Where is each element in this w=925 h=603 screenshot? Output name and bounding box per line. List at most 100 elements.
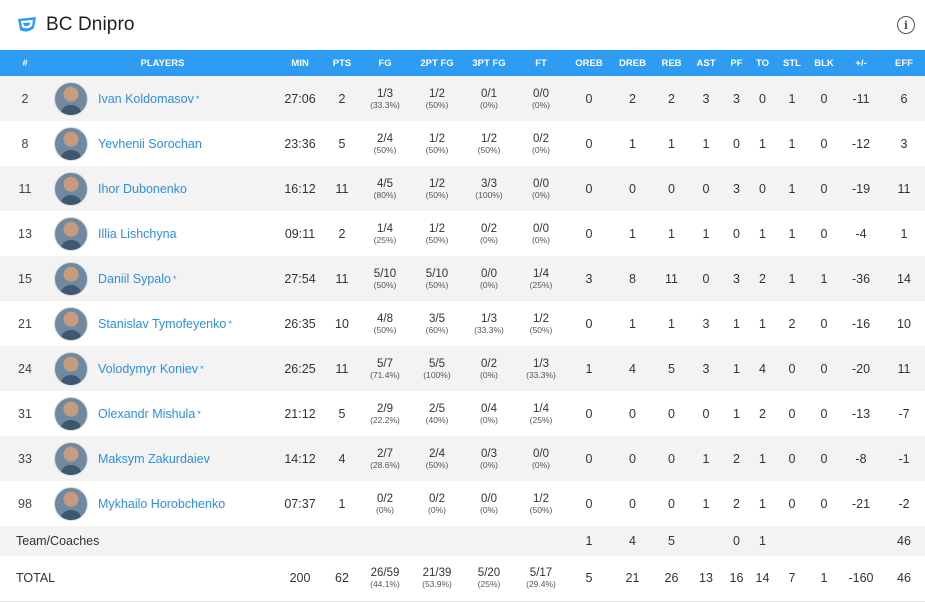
stat-made-attempted: 1/2 xyxy=(533,492,549,505)
stat-to: 2 xyxy=(759,271,766,286)
column-header[interactable]: # xyxy=(0,50,50,76)
player-name-link[interactable]: Olexandr Mishula xyxy=(98,407,195,421)
stat-made-attempted: 0/3 xyxy=(481,447,497,460)
player-avatar[interactable] xyxy=(54,486,88,521)
stat-pf: 1 xyxy=(733,406,740,421)
stat-cell-fg2: 1/2 (50%) xyxy=(411,76,463,121)
player-name-link[interactable]: Yevhenii Sorochan xyxy=(98,137,202,151)
starter-marker: * xyxy=(200,363,204,374)
player-cell: Maksym Zakurdaiev xyxy=(50,436,275,481)
stat-made-attempted: 3/3 xyxy=(481,177,497,190)
table-row: 11 Ihor Dubonenko 16:12 11 4/5 (80%) 1/2 (50%) 3… xyxy=(0,166,925,211)
table-row: 2 Ivan Koldomasov * 27:06 2 1/3 (33.3%) 1/2 (50%… xyxy=(0,76,925,121)
column-header[interactable]: FT xyxy=(515,50,567,76)
stat-to: 1 xyxy=(759,226,766,241)
player-name-link[interactable]: Illia Lishchyna xyxy=(98,227,177,241)
player-cell: Daniil Sypalo * xyxy=(50,256,275,301)
stat-stl: 0 xyxy=(788,496,796,511)
player-avatar[interactable] xyxy=(54,306,88,341)
column-header[interactable]: STL xyxy=(775,50,809,76)
empty-cell xyxy=(359,526,411,556)
column-header[interactable]: AST xyxy=(689,50,723,76)
stat-oreb: 0 xyxy=(585,181,593,196)
column-header[interactable]: MIN xyxy=(275,50,325,76)
stat-oreb: 1 xyxy=(585,534,593,548)
column-header[interactable]: REB xyxy=(654,50,689,76)
stat-percentage: (80%) xyxy=(373,189,397,200)
player-name-link[interactable]: Maksym Zakurdaiev xyxy=(98,452,210,466)
column-header[interactable]: DREB xyxy=(611,50,654,76)
column-header[interactable]: +/- xyxy=(839,50,883,76)
stat-cell-ft: 1/2 (50%) xyxy=(515,481,567,526)
stat-percentage: (50%) xyxy=(425,459,449,470)
stat-dreb: 8 xyxy=(629,271,636,286)
player-name-link[interactable]: Daniil Sypalo xyxy=(98,272,171,286)
stat-blk: 0 xyxy=(820,361,828,376)
stat-cell-fg: 26/59 (44.1%) xyxy=(359,556,411,601)
stat-to: 1 xyxy=(759,496,766,511)
stat-dreb: 4 xyxy=(629,361,636,376)
stat-ast: 1 xyxy=(702,451,710,466)
stat-reb: 1 xyxy=(668,316,675,331)
stat-made-attempted: 2/9 xyxy=(377,402,393,415)
column-header[interactable]: PTS xyxy=(325,50,359,76)
column-header[interactable]: EFF xyxy=(883,50,925,76)
player-avatar[interactable] xyxy=(54,396,88,431)
stat-pm: -36 xyxy=(851,271,871,286)
column-header[interactable]: PLAYERS xyxy=(50,50,275,76)
info-icon[interactable]: i xyxy=(897,16,915,34)
stat-eff: 6 xyxy=(900,91,908,106)
stat-made-attempted: 0/2 xyxy=(429,492,445,505)
stat-pm: -19 xyxy=(851,181,871,196)
player-avatar[interactable] xyxy=(54,126,88,161)
column-header[interactable]: PF xyxy=(723,50,750,76)
stat-made-attempted: 1/2 xyxy=(481,132,497,145)
stat-pm: -11 xyxy=(852,91,870,106)
empty-cell xyxy=(463,526,515,556)
stat-made-attempted: 0/4 xyxy=(481,402,497,415)
player-name-link[interactable]: Mykhailo Horobchenko xyxy=(98,497,225,511)
stat-ast: 13 xyxy=(699,571,713,586)
column-header[interactable]: 3PT FG xyxy=(463,50,515,76)
stat-eff: 46 xyxy=(897,534,911,548)
stat-made-attempted: 4/5 xyxy=(377,177,393,190)
team-header: BC Dnipro i xyxy=(0,0,925,50)
stat-eff: 1 xyxy=(900,226,908,241)
stat-cell-fg2: 21/39 (53.9%) xyxy=(411,556,463,601)
stat-pm: -160 xyxy=(848,571,874,586)
stat-dreb: 2 xyxy=(629,91,636,106)
points: 2 xyxy=(338,226,346,241)
player-avatar[interactable] xyxy=(54,261,88,296)
stat-percentage: (0%) xyxy=(532,144,550,155)
empty-cell xyxy=(809,526,839,556)
stat-oreb: 3 xyxy=(585,271,593,286)
player-avatar[interactable] xyxy=(54,216,88,251)
player-name-link[interactable]: Ivan Koldomasov xyxy=(98,92,194,106)
stat-pm: -16 xyxy=(851,316,871,331)
column-header[interactable]: FG xyxy=(359,50,411,76)
stat-to: 4 xyxy=(759,361,766,376)
points: 5 xyxy=(338,136,346,151)
player-avatar[interactable] xyxy=(54,81,88,116)
column-header[interactable]: BLK xyxy=(809,50,839,76)
player-name-link[interactable]: Ihor Dubonenko xyxy=(98,182,187,196)
player-avatar[interactable] xyxy=(54,441,88,476)
player-name-link[interactable]: Stanislav Tymofeyenko xyxy=(98,317,226,331)
jersey-number: 31 xyxy=(18,406,32,421)
column-header[interactable]: OREB xyxy=(567,50,611,76)
stat-blk: 0 xyxy=(820,226,828,241)
stat-stl: 0 xyxy=(788,451,796,466)
team-title: BC Dnipro xyxy=(46,14,135,35)
stat-stl: 2 xyxy=(788,316,796,331)
player-avatar[interactable] xyxy=(54,351,88,386)
stat-cell-fg: 4/8 (50%) xyxy=(359,301,411,346)
column-header[interactable]: TO xyxy=(750,50,775,76)
player-name-link[interactable]: Volodymyr Koniev xyxy=(98,362,198,376)
player-avatar[interactable] xyxy=(54,171,88,206)
stat-eff: 11 xyxy=(897,361,911,376)
stat-made-attempted: 5/17 xyxy=(529,567,553,580)
stat-reb: 5 xyxy=(668,361,675,376)
stat-cell-fg: 5/7 (71.4%) xyxy=(359,346,411,391)
column-header[interactable]: 2PT FG xyxy=(411,50,463,76)
stat-percentage: (25%) xyxy=(373,234,397,245)
